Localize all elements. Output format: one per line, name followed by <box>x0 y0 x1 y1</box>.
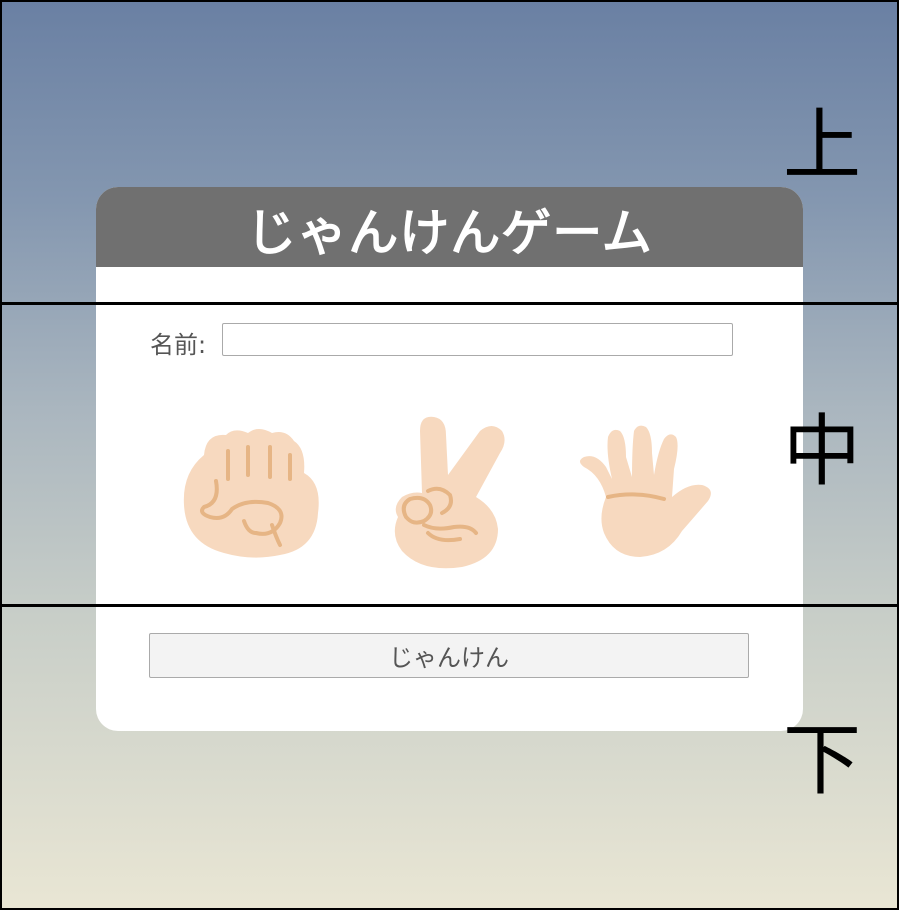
name-label: 名前: <box>150 331 207 359</box>
card-header: じゃんけんゲーム <box>96 187 803 267</box>
janken-button[interactable]: じゃんけん <box>149 633 749 678</box>
region-divider-bottom <box>0 604 899 607</box>
game-title: じゃんけんゲーム <box>246 204 653 262</box>
rock-hand-icon[interactable] <box>176 425 326 565</box>
game-card: じゃんけんゲーム 名前: じゃんけん <box>96 187 803 731</box>
region-label-bottom: 下 <box>782 716 861 806</box>
scissors-hand-icon[interactable] <box>384 413 514 573</box>
region-label-middle: 中 <box>782 407 861 497</box>
paper-hand-icon[interactable] <box>576 423 721 563</box>
region-label-top: 上 <box>782 101 861 191</box>
name-input[interactable] <box>222 323 733 356</box>
region-divider-top <box>0 302 899 305</box>
